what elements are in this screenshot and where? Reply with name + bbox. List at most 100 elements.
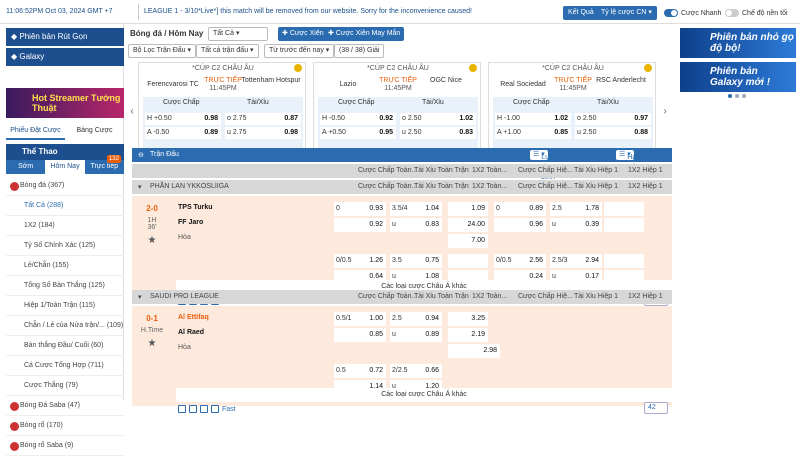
banner-pager[interactable] — [728, 94, 746, 98]
odds-cell[interactable]: 3.5 0.75 — [390, 254, 442, 268]
tab-statement[interactable]: Bảng Cược — [65, 122, 124, 140]
odds-cell[interactable]: 3.5/4 1.04 — [390, 202, 442, 216]
odds-cell[interactable]: 0 0.93 — [334, 202, 386, 216]
market-select[interactable]: Tất Cả ▾ — [208, 27, 268, 41]
compact-version-banner[interactable]: Phiên bản nhỏ gọ độ bộ! — [680, 28, 796, 58]
odds-cell[interactable]: 2.19 — [448, 328, 488, 342]
odds-cell[interactable]: u 2.50 0.83 — [400, 127, 476, 139]
match-card[interactable]: *CÚP C2 CHÂU ÂU Lazio OGC Nice TRỰC TIẾP 11:… — [313, 62, 481, 160]
league-collapse-icon[interactable]: ▾ — [138, 183, 142, 191]
tool-label[interactable]: Fast — [222, 406, 236, 413]
odds-cell[interactable]: 0.92 — [334, 218, 386, 232]
star-icon[interactable] — [178, 405, 186, 413]
sidebar-item[interactable]: Hiệp 1/Toàn Trận (115) — [6, 296, 124, 316]
more-bets-count[interactable]: 42 — [644, 402, 668, 414]
odds-cell[interactable]: u 0.39 — [550, 218, 602, 232]
league-header[interactable]: ▾ PHẦN LAN YKKOSLIIGA Cược Chấp Toàn... Tài… — [132, 180, 672, 194]
odds-cell[interactable]: u 2.75 0.98 — [225, 127, 301, 139]
odds-cell[interactable]: 0.5 0.72 — [334, 364, 386, 378]
odds-cell[interactable]: u 0.83 — [390, 218, 442, 232]
sidebar-item[interactable]: Bóng rổ Saba (9) — [6, 436, 124, 456]
odds-cell[interactable] — [604, 254, 644, 268]
sort-select[interactable]: ☰ Lựa chọn bình thường ▾ — [530, 150, 564, 191]
sidebar-item[interactable]: Tổng Số Bàn Thắng (125) — [6, 276, 124, 296]
odds-cell[interactable]: o 2.50 0.97 — [575, 113, 651, 125]
tab-today[interactable]: Hôm Nay — [45, 160, 85, 174]
odds-cell[interactable]: 2.98 — [448, 344, 500, 358]
odds-cell[interactable] — [604, 218, 644, 232]
odds-cell[interactable]: 0.5/1 1.00 — [334, 312, 386, 326]
league-collapse-icon[interactable]: ▾ — [138, 293, 142, 301]
star-icon[interactable]: ★ — [132, 235, 172, 246]
odds-cell[interactable]: A +0.50 0.95 — [320, 127, 396, 139]
quick-bet-toggle[interactable]: Cược Nhanh — [664, 9, 721, 17]
odds-cell[interactable]: 0.85 — [334, 328, 386, 342]
odds-cell[interactable]: o 2.50 1.02 — [400, 113, 476, 125]
odds-cell[interactable]: 0/0.5 1.26 — [334, 254, 386, 268]
lucky-parlay-button[interactable]: ✚ Cược Xiên May Mắn — [324, 27, 405, 41]
odds-cell[interactable]: o 2.75 0.87 — [225, 113, 301, 125]
odds-cell[interactable]: u 2.50 0.88 — [575, 127, 651, 139]
sidebar-item[interactable]: Bàn thắng Đầu/ Cuối (60) — [6, 336, 124, 356]
results-button[interactable]: Kết Quả — [563, 6, 599, 20]
sidebar-item[interactable]: Tất Cả (288) — [6, 196, 124, 216]
match-card[interactable]: *CÚP C2 CHÂU ÂU Ferencvarosi TC Tottenham … — [138, 62, 306, 160]
favorite-coin-icon[interactable] — [469, 64, 477, 72]
odds-cell[interactable] — [448, 254, 488, 268]
odds-cell[interactable]: 2.5 0.94 — [390, 312, 442, 326]
galaxy-banner[interactable]: Phiên bản Galaxy mới ! — [680, 62, 796, 92]
lines-select[interactable]: ☰ Hai Dòng ▾ — [616, 150, 644, 171]
favorite-coin-icon[interactable] — [644, 64, 652, 72]
odds-type-select[interactable]: Tỷ lệ cược CN ▾ — [596, 6, 657, 20]
odds-cell[interactable]: 0.96 — [494, 218, 546, 232]
all-matches-select[interactable]: Tất cả trận đấu ▾ — [196, 44, 259, 58]
odds-cell[interactable]: 0/0.5 2.56 — [494, 254, 546, 268]
sidebar-item[interactable]: Cá Cược Tổng Hợp (711) — [6, 356, 124, 376]
sidebar-item[interactable]: Chẵn / Lẻ của Nửa trận/... (109) — [6, 316, 124, 336]
stats-icon[interactable] — [189, 405, 197, 413]
odds-cell[interactable]: 2.5/3 2.94 — [550, 254, 602, 268]
odds-cell[interactable]: 1.09 — [448, 202, 488, 216]
prev-arrow-icon[interactable]: ‹ — [128, 92, 136, 132]
sidebar-item[interactable]: Cược Thắng (79) — [6, 376, 124, 396]
parlay-button[interactable]: ✚ Cược Xiên — [278, 27, 328, 41]
odds-cell[interactable]: 0 0.89 — [494, 202, 546, 216]
match-card[interactable]: *CÚP C2 CHÂU ÂU Real Sociedad RSC Anderlec… — [488, 62, 656, 160]
sidebar-item[interactable]: 1X2 (184) — [6, 216, 124, 236]
odds-cell[interactable]: 2.5 1.78 — [550, 202, 602, 216]
odds-cell[interactable]: H +0.50 0.98 — [145, 113, 221, 125]
tab-live[interactable]: Trực tiếp 132 — [85, 155, 124, 174]
odds-cell[interactable]: A -0.50 0.89 — [145, 127, 221, 139]
odds-cell[interactable]: u 0.89 — [390, 328, 442, 342]
odds-cell[interactable]: A +1.00 0.85 — [495, 127, 571, 139]
tab-early[interactable]: Sớm — [6, 160, 45, 174]
time-range-select[interactable]: Từ trước đến nay ▾ — [264, 44, 335, 58]
sidebar-item[interactable]: Bóng Đá Saba (47) — [6, 396, 124, 416]
chart-icon[interactable] — [200, 405, 208, 413]
star-icon[interactable]: ★ — [132, 338, 172, 349]
odds-cell[interactable]: H -0.50 0.92 — [320, 113, 396, 125]
sidebar-item[interactable]: Bóng rổ (170) — [6, 416, 124, 436]
sidebar-item[interactable]: Lẻ/Chẵn (155) — [6, 256, 124, 276]
league-filter-select[interactable]: Bộ Lọc Trận Đấu ▾ — [128, 44, 196, 58]
odds-cell[interactable]: 7.00 — [448, 234, 488, 248]
odds-cell[interactable]: 2/2.5 0.66 — [390, 364, 442, 378]
pager-dot-icon[interactable] — [735, 94, 739, 98]
next-arrow-icon[interactable]: › — [661, 92, 669, 132]
odds-cell[interactable]: 24.00 — [448, 218, 488, 232]
compact-version-link[interactable]: ◆ Phiên bản Rút Gọn — [6, 28, 124, 46]
odds-cell[interactable]: H -1.00 1.02 — [495, 113, 571, 125]
galaxy-link[interactable]: ◆ Galaxy — [6, 48, 124, 66]
coin-icon[interactable] — [211, 405, 219, 413]
sidebar-item[interactable]: Bóng đá (367) — [6, 176, 124, 196]
pager-dot-icon[interactable] — [742, 94, 746, 98]
odds-cell[interactable] — [604, 202, 644, 216]
odds-cell[interactable]: 3.25 — [448, 312, 488, 326]
league-header[interactable]: ▾ SAUDI PRO LEAGUE Cược Chấp Toàn... Tài Xỉ… — [132, 290, 672, 304]
tab-bet-slip[interactable]: Phiếu Đặt Cược — [6, 122, 65, 140]
pager-dot-icon[interactable] — [728, 94, 732, 98]
hot-streamer-banner[interactable]: Hot Streamer Tướng Thuật — [6, 88, 124, 118]
night-mode-toggle[interactable]: Chế độ nền tối — [725, 9, 788, 17]
collapse-icon[interactable]: ⊖ — [138, 151, 144, 159]
sidebar-item[interactable]: Tỷ Số Chính Xác (125) — [6, 236, 124, 256]
